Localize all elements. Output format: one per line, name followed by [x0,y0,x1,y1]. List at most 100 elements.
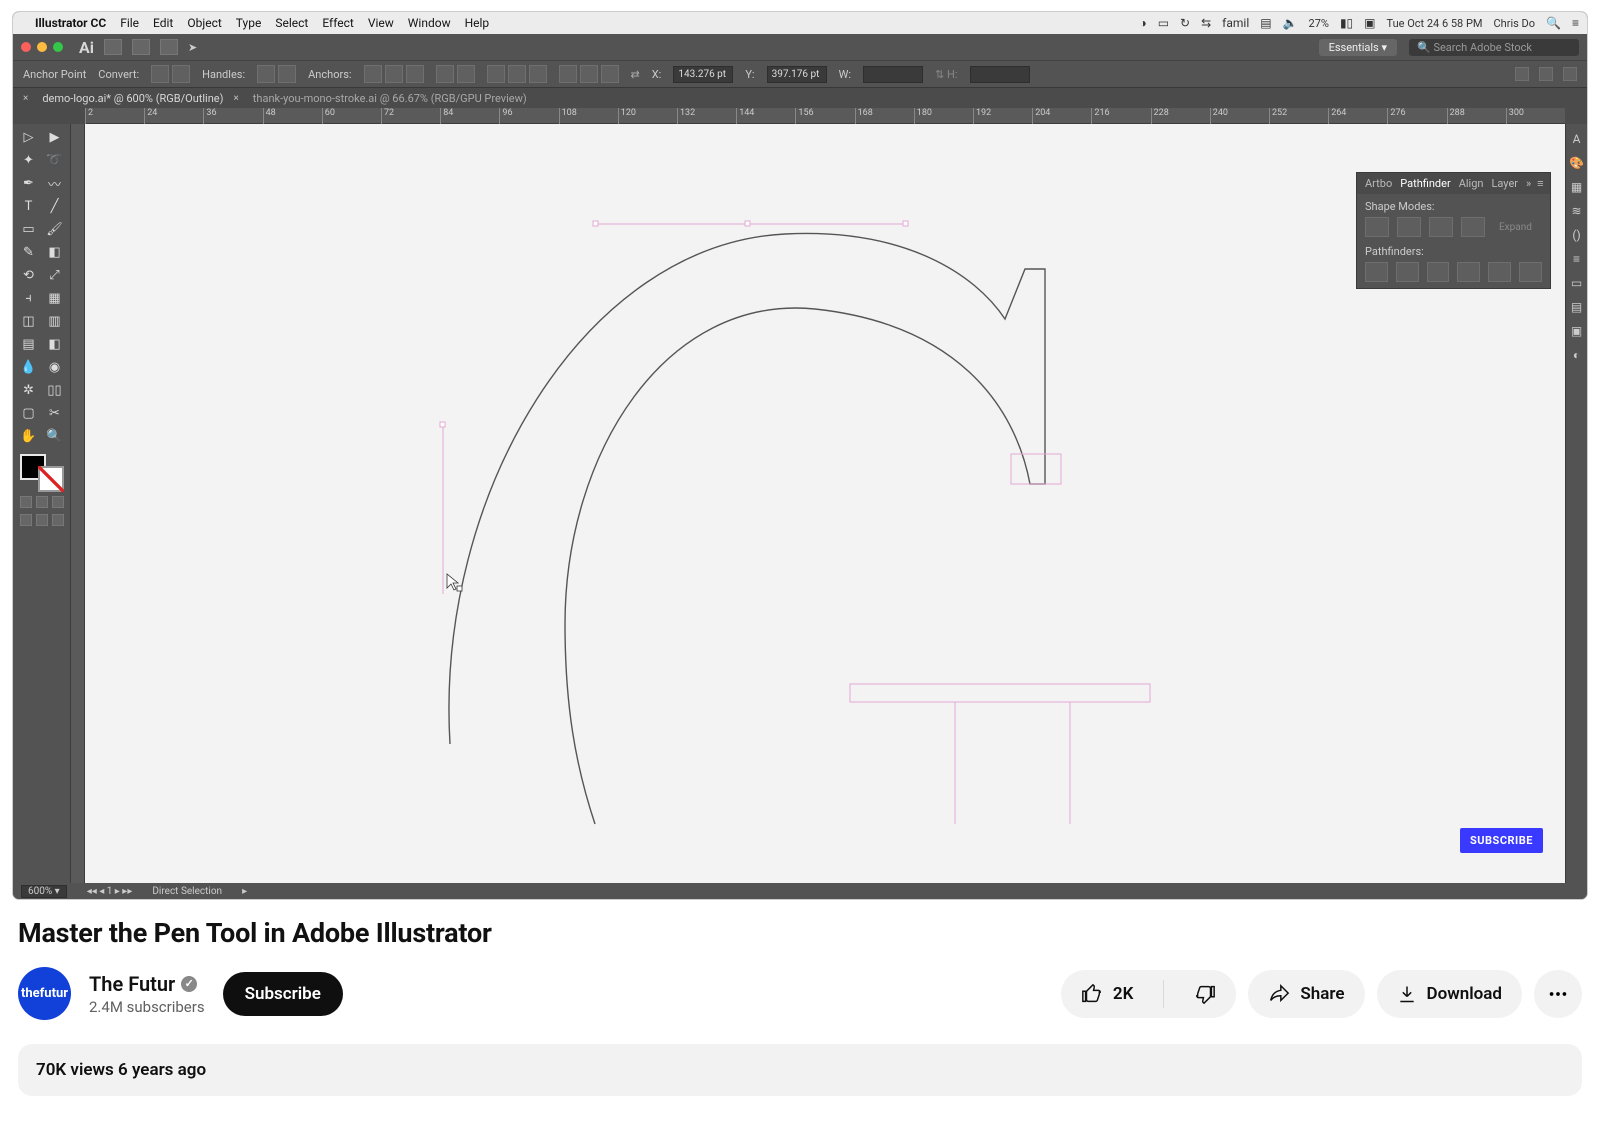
anchor-cut-button[interactable] [406,65,424,83]
notification-center-icon[interactable]: ≡ [1572,16,1579,30]
color-mode-icon[interactable] [20,496,32,508]
y-input[interactable]: 397.176 pt [767,66,827,83]
doc-tab-2[interactable]: thank-you-mono-stroke.ai @ 66.67% (RGB/G… [253,92,527,105]
minus-front-button[interactable] [1397,217,1421,237]
anchor-remove-button[interactable] [364,65,382,83]
free-transform-tool-icon[interactable]: ▦ [42,287,68,310]
arrow-icon[interactable]: ➤ [188,41,197,54]
minus-back-button[interactable] [1519,262,1542,282]
slice-tool-icon[interactable]: ✂ [42,402,68,425]
zoom-dropdown[interactable]: 600% ▾ [21,885,67,898]
scale-tool-icon[interactable]: ⤢ [42,264,68,287]
share-button[interactable]: Share [1248,970,1364,1018]
menubar-user[interactable]: Chris Do [1494,17,1536,30]
tab-close-icon[interactable]: × [23,93,28,104]
swatches-panel-icon[interactable]: ▦ [1571,180,1582,194]
minimize-window-icon[interactable] [37,42,47,52]
menu-edit[interactable]: Edit [153,16,173,30]
outline-button[interactable] [1488,262,1511,282]
arrange-docs-icon[interactable] [160,39,178,55]
lasso-tool-icon[interactable]: ➰ [42,149,68,172]
properties-panel-icon[interactable]: A [1573,132,1581,146]
tab-close-icon[interactable]: × [233,93,238,104]
app-name[interactable]: Illustrator CC [35,16,106,30]
transparency-panel-icon[interactable]: ◐ [1573,348,1580,362]
curvature-tool-icon[interactable]: 〰 [42,172,68,195]
panel-menu-icon[interactable]: ≡ [1537,177,1543,190]
crop-button[interactable] [1457,262,1480,282]
panel-toggle-a-icon[interactable] [1515,67,1529,81]
airplay-icon[interactable]: ▣ [1364,16,1375,30]
panel-tab-artboards[interactable]: Artbo [1365,177,1392,190]
valign-middle-button[interactable] [580,65,598,83]
merge-button[interactable] [1427,262,1450,282]
intersect-button[interactable] [1429,217,1453,237]
rectangle-tool-icon[interactable]: ▭ [16,218,42,241]
libraries-panel-icon[interactable]: ▭ [1571,276,1582,290]
convert-corner-button[interactable] [151,65,169,83]
rotate-tool-icon[interactable]: ⟲ [16,264,42,287]
window-controls[interactable] [21,42,63,52]
appearance-panel-icon[interactable]: ▣ [1571,324,1582,338]
eyedropper-tool-icon[interactable]: 💧 [16,356,42,379]
timemachine-icon[interactable]: ↻ [1180,16,1190,30]
dislike-button[interactable] [1174,970,1236,1018]
status-play-icon[interactable]: ▸ [242,886,247,897]
doc-tab-1[interactable]: demo-logo.ai* @ 600% (RGB/Outline) [42,92,223,105]
video-description-box[interactable]: 70K views 6 years ago [18,1044,1582,1096]
vertical-ruler[interactable] [71,124,85,883]
canvas[interactable]: SUBSCRIBE [85,124,1565,883]
pathfinder-panel[interactable]: Artbo Pathfinder Align Layer »≡ Shape Mo… [1356,172,1551,289]
bridge-icon[interactable] [104,39,122,55]
menu-help[interactable]: Help [465,16,490,30]
pen-tool-icon[interactable]: ✒ [16,172,42,195]
hand-tool-icon[interactable]: ✋ [16,425,42,448]
column-graph-tool-icon[interactable]: ▯▯ [42,379,68,402]
menubar-datetime[interactable]: Tue Oct 24 6 58 PM [1387,17,1483,30]
menu-file[interactable]: File [120,16,139,30]
layers-panel-icon[interactable]: ▤ [1571,300,1582,314]
blend-tool-icon[interactable]: ◉ [42,356,68,379]
close-window-icon[interactable] [21,42,31,52]
menu-view[interactable]: View [368,16,394,30]
h-input[interactable] [970,66,1030,83]
panel-toggle-b-icon[interactable] [1539,67,1553,81]
subscribe-button[interactable]: Subscribe [223,972,343,1016]
valign-top-button[interactable] [559,65,577,83]
artboard-nav[interactable]: ◂◂ ◂ 1 ▸ ▸▸ [87,886,133,897]
w-input[interactable] [863,66,923,83]
symbols-panel-icon[interactable]: () [1572,228,1580,242]
magic-wand-tool-icon[interactable]: ✦ [16,149,42,172]
panel-toggle-c-icon[interactable] [1563,67,1577,81]
screen-mode-b-icon[interactable] [36,514,48,526]
sync-icon[interactable]: ⇆ [1201,16,1211,30]
zoom-tool-icon[interactable]: 🔍 [42,425,68,448]
divide-button[interactable] [1365,262,1388,282]
isolate-button[interactable] [436,65,454,83]
spotlight-icon[interactable]: 🔍 [1546,16,1561,30]
convert-smooth-button[interactable] [172,65,190,83]
cc-status-icon[interactable]: ◑ [1139,16,1146,30]
exclude-button[interactable] [1461,217,1485,237]
wifi-icon[interactable]: famil [1222,16,1249,30]
channel-name[interactable]: The Futur [89,972,175,996]
line-tool-icon[interactable]: ╱ [42,195,68,218]
stock-search-input[interactable]: 🔍 Search Adobe Stock [1409,39,1579,56]
zoom-window-icon[interactable] [53,42,63,52]
width-tool-icon[interactable]: ⫞ [16,287,42,310]
bluetooth-icon[interactable]: ▤ [1260,16,1271,30]
perspective-tool-icon[interactable]: ▥ [42,310,68,333]
anchor-connect-button[interactable] [385,65,403,83]
brushes-panel-icon[interactable]: ≋ [1571,204,1581,218]
expand-button[interactable]: Expand [1499,222,1532,233]
align-menu-button[interactable] [457,65,475,83]
panel-more-icon[interactable]: » [1526,177,1531,190]
channel-avatar[interactable]: thefutur [18,967,71,1020]
screen-mode-a-icon[interactable] [20,514,32,526]
panel-tab-align[interactable]: Align [1459,177,1484,190]
symbol-sprayer-tool-icon[interactable]: ✲ [16,379,42,402]
direct-selection-tool-icon[interactable]: ▶ [42,126,68,149]
battery-icon[interactable]: ▮▯ [1340,16,1353,30]
download-button[interactable]: Download [1377,970,1522,1018]
gradient-tool-icon[interactable]: ◧ [42,333,68,356]
